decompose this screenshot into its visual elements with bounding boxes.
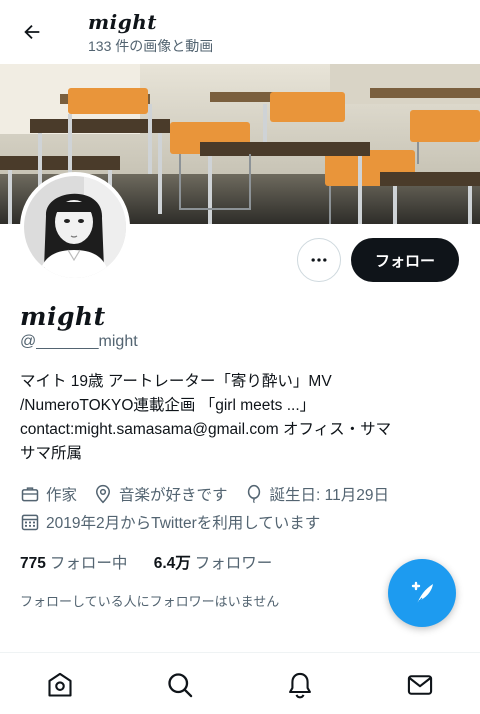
more-dots-icon xyxy=(311,258,327,262)
profile-handle: @_______might xyxy=(20,333,138,350)
profile-bio: マイト 19歳 アートレーター「寄り酔い」MV /NumeroTOKYO連載企画… xyxy=(20,370,460,466)
following-label: フォロー中 xyxy=(49,555,128,572)
briefcase-icon xyxy=(21,487,39,502)
profile-avatar[interactable] xyxy=(20,172,130,282)
compose-tweet-button[interactable] xyxy=(388,559,456,627)
tab-home[interactable] xyxy=(44,669,76,701)
location-text: 音楽が好きです xyxy=(119,487,228,504)
balloon-icon xyxy=(247,484,260,504)
follow-button[interactable]: フォロー xyxy=(351,238,459,282)
following-count: 775 xyxy=(20,555,46,572)
following-link[interactable]: 775 フォロー中 xyxy=(20,551,127,573)
more-options-button[interactable] xyxy=(297,238,341,282)
avatar-image xyxy=(24,176,126,278)
known-followers-note: フォローしている人にフォロワーはいません xyxy=(20,594,280,609)
follow-counts: 775 フォロー中 6.4万 フォロワー xyxy=(20,551,294,573)
header-display-name: might xyxy=(88,10,158,34)
back-button[interactable] xyxy=(14,16,50,48)
bio-line: /NumeroTOKYO連載企画 「girl meets ...」 xyxy=(20,397,316,414)
bio-line: マイト 19歳 アートレーター「寄り酔い」MV xyxy=(20,373,332,390)
joined-text: 2019年2月からTwitterを利用しています xyxy=(46,515,321,532)
bio-line: サマ所属 xyxy=(20,445,83,462)
followers-link[interactable]: 6.4万 フォロワー xyxy=(154,551,273,573)
occupation-text: 作家 xyxy=(46,487,78,504)
followers-count: 6.4万 xyxy=(153,555,191,572)
occupation-item: 作家 xyxy=(20,483,77,505)
location-pin-icon xyxy=(96,484,111,504)
bio-line: contact:might.samasama@gmail.com オフィス・サマ xyxy=(20,421,392,438)
profile-joined-row: 2019年2月からTwitterを利用しています xyxy=(20,511,336,533)
tab-messages[interactable] xyxy=(404,669,436,701)
profile-meta-row: 作家 音楽が好きです 誕生日: 11月29日 xyxy=(20,483,405,505)
profile-display-name: might xyxy=(20,302,106,331)
notifications-icon xyxy=(289,672,311,699)
calendar-icon xyxy=(21,514,39,531)
messages-icon xyxy=(407,675,433,695)
profile-header: might 133 件の画像と動画 xyxy=(0,0,480,64)
bottom-tab-bar xyxy=(0,652,480,714)
compose-tweet-icon xyxy=(411,581,433,605)
tab-search[interactable] xyxy=(164,669,196,701)
birthday-text: 誕生日: 11月29日 xyxy=(269,487,389,504)
arrow-left-icon xyxy=(24,24,40,40)
home-icon xyxy=(48,672,72,697)
header-media-count: 133 件の画像と動画 xyxy=(88,38,214,54)
birthday-item: 誕生日: 11月29日 xyxy=(244,483,389,505)
location-item: 音楽が好きです xyxy=(93,483,228,505)
tab-notifications[interactable] xyxy=(284,669,316,701)
search-icon xyxy=(168,673,193,698)
followers-label: フォロワー xyxy=(194,555,273,572)
joined-item: 2019年2月からTwitterを利用しています xyxy=(20,511,320,533)
